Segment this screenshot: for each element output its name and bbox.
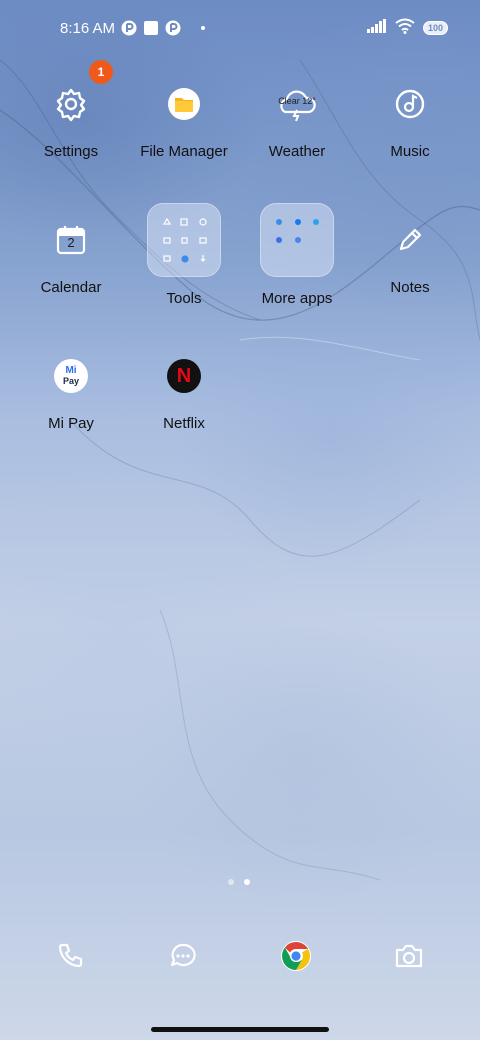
app-mi-pay[interactable]: Mi Pay Mi Pay — [11, 352, 131, 432]
app-weather[interactable]: Clear 12° Weather — [237, 80, 357, 160]
signal-icon — [366, 19, 387, 37]
folder-grid-icon — [147, 203, 221, 277]
app-label: Tools — [166, 290, 202, 307]
wifi-icon — [395, 18, 415, 38]
camera-icon[interactable] — [385, 932, 433, 980]
app-label: Notes — [390, 279, 430, 296]
weather-cloud-icon: Clear 12° — [273, 80, 321, 128]
app-label: More apps — [261, 290, 333, 307]
pencil-icon — [386, 216, 434, 264]
status-bar: 8:16 AM 100 — [0, 0, 480, 56]
auth-app-icon — [165, 20, 181, 36]
netflix-n: N — [176, 364, 192, 387]
app-settings[interactable]: Settings 1 — [11, 60, 131, 160]
calendar-icon: 2 — [47, 216, 95, 264]
chrome-icon[interactable] — [272, 932, 320, 980]
page-dot-active[interactable] — [244, 879, 250, 885]
dot-icon — [201, 26, 206, 30]
gesture-home-bar[interactable] — [151, 1027, 329, 1032]
app-netflix[interactable]: N Netflix — [124, 352, 244, 432]
mi-pay-icon-pay: Pay — [62, 376, 79, 386]
app-label: Weather — [268, 143, 326, 160]
mi-pay-icon-mi: Mi — [65, 365, 77, 376]
phone-icon[interactable] — [46, 932, 94, 980]
battery-icon: 100 — [422, 21, 448, 35]
app-calendar[interactable]: 2 Calendar — [11, 216, 131, 296]
app-notes[interactable]: Notes — [350, 216, 470, 296]
app-label: Mi Pay — [48, 415, 94, 432]
page-indicator — [228, 879, 250, 885]
square-notification-icon — [143, 20, 159, 36]
netflix-icon: N — [160, 352, 208, 400]
folder-more-apps[interactable]: More apps — [237, 203, 357, 307]
notification-badge: 1 — [89, 60, 113, 84]
app-label: File Manager — [140, 143, 228, 160]
app-file-manager[interactable]: File Manager — [124, 80, 244, 160]
app-label: Netflix — [163, 415, 205, 432]
app-label: Music — [390, 143, 430, 160]
folder-icon — [160, 80, 208, 128]
status-time: 8:16 AM — [60, 19, 116, 37]
folder-grid-icon — [260, 203, 334, 277]
app-label: Settings — [43, 143, 99, 160]
music-disc-icon — [386, 80, 434, 128]
auth-app-icon — [121, 20, 137, 36]
app-music[interactable]: Music — [350, 80, 470, 160]
mi-pay-icon: Mi Pay — [47, 352, 95, 400]
calendar-date: 2 — [67, 235, 75, 250]
gear-icon — [47, 80, 95, 128]
messages-icon[interactable] — [159, 932, 207, 980]
page-dot[interactable] — [228, 879, 234, 885]
app-label: Calendar — [40, 279, 102, 296]
folder-tools[interactable]: Tools — [124, 203, 244, 307]
weather-icon-text: Clear 12° — [278, 96, 316, 106]
